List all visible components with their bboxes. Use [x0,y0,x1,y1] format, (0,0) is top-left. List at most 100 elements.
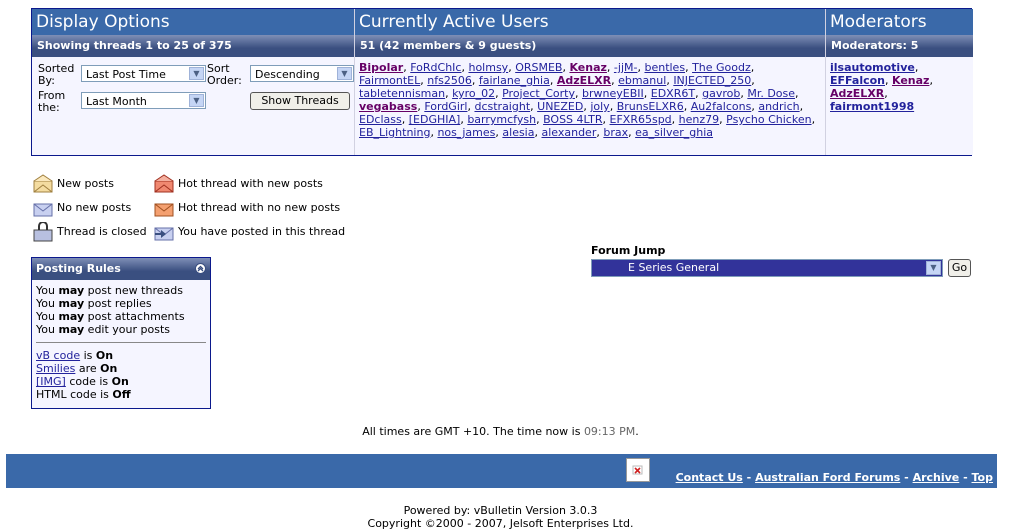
sort-order-value: Descending [255,68,320,81]
user-link[interactable]: alexander [541,126,596,139]
smilies-rule: Smilies are On [36,362,206,375]
powered-by: Powered by: vBulletin Version 3.0.3 Copy… [0,504,1001,530]
from-value: Last Month [86,95,147,108]
user-link[interactable]: Au2falcons [691,100,752,113]
vb-code-link[interactable]: vB code [36,349,80,362]
chevron-down-icon[interactable]: ▼ [926,261,941,275]
user-link[interactable]: vegabass [359,100,417,113]
rule-prefix: You [36,310,59,323]
user-separator: , [609,100,617,113]
chevron-down-icon[interactable]: ▼ [189,67,204,80]
user-link[interactable]: andrich [758,100,799,113]
user-link[interactable]: barrymcfysh [467,113,536,126]
user-link[interactable]: brax [603,126,628,139]
forum-jump-value: E Series General [628,261,720,274]
forum-jump-go-button[interactable]: Go [948,259,971,277]
user-separator: , [811,113,816,126]
chevron-down-icon[interactable]: ▼ [189,94,204,107]
from-select[interactable]: Last Month ▼ [81,92,206,109]
user-link[interactable]: Kenaz [569,61,606,74]
user-link[interactable]: BOSS 4LTR [543,113,602,126]
html-code-state: Off [112,388,131,401]
sorted-by-select[interactable]: Last Post Time ▼ [81,65,206,82]
moderators-title: Moderators [826,9,973,35]
user-link[interactable]: BrunsELXR6 [617,100,684,113]
user-separator: , [751,74,755,87]
user-link[interactable]: FordGirl [424,100,467,113]
broken-image-icon[interactable] [626,458,650,482]
user-separator: , [795,87,799,100]
user-link[interactable]: EFFalcon [830,74,885,87]
user-link[interactable]: bentles [644,61,685,74]
rule-prefix: You [36,297,59,310]
user-link[interactable]: UNEZED [537,100,583,113]
user-link[interactable]: tabletennisman [359,87,445,100]
sort-order-select[interactable]: Descending ▼ [250,65,354,82]
legend-no-new-posts-label: No new posts [57,201,132,214]
user-link[interactable]: brwneyEBII [582,87,644,100]
user-link[interactable]: holmsy [468,61,508,74]
rule-permission: may [58,297,85,310]
user-link[interactable]: AdzELXR [830,87,884,100]
user-link[interactable]: [EDGHIA] [409,113,461,126]
user-link[interactable]: EDclass [359,113,402,126]
user-link[interactable]: EDXR6T [651,87,695,100]
user-link[interactable]: alesia [502,126,534,139]
user-link[interactable]: The Goodz [692,61,751,74]
user-link[interactable]: joly [590,100,609,113]
archive-link[interactable]: Archive [913,471,960,484]
collapse-icon[interactable] [195,263,206,274]
user-link[interactable]: kyro_02 [452,87,495,100]
user-separator: , [536,113,544,126]
user-link[interactable]: -jjM- [614,61,638,74]
moderators-list: ilsautomotive, EFFalcon, Kenaz, AdzELXR,… [826,57,973,155]
user-link[interactable]: nfs2506 [427,74,472,87]
show-threads-button[interactable]: Show Threads [250,92,350,110]
user-link[interactable]: fairmont1998 [830,100,914,113]
posting-rule: You may post attachments [36,310,206,323]
user-link[interactable]: gavrob [702,87,740,100]
img-code-link[interactable]: [IMG] [36,375,66,388]
user-link[interactable]: EB_Lightning [359,126,430,139]
user-link[interactable]: ilsautomotive [830,61,915,74]
user-link[interactable]: Bipolar [359,61,403,74]
user-link[interactable]: Project_Corty [502,87,575,100]
contact-us-link[interactable]: Contact Us [676,471,743,484]
top-link[interactable]: Top [972,471,993,484]
powered-by-line: Powered by: vBulletin Version 3.0.3 [403,504,598,517]
smilies-state: On [100,362,118,375]
user-link[interactable]: dcstraight [474,100,530,113]
user-link[interactable]: INJECTED_250 [673,74,751,87]
lock-icon [33,222,53,242]
user-link[interactable]: Psycho Chicken [726,113,811,126]
user-separator: , [799,100,804,113]
smilies-link[interactable]: Smilies [36,362,75,375]
info-table: Display Options Currently Active Users M… [31,8,973,156]
user-link[interactable]: AdzELXR [557,74,611,87]
user-separator: , [929,74,933,87]
display-options-panel: Sorted By: Last Post Time ▼ Sort Order: … [32,57,354,155]
no-new-posts-icon [33,203,53,217]
vb-code-rule: vB code is On [36,349,206,362]
active-users-title: Currently Active Users [355,9,825,35]
user-link[interactable]: nos_james [437,126,495,139]
user-link[interactable]: ea_silver_ghia [635,126,713,139]
user-link[interactable]: FoRdChIc [410,61,461,74]
user-link[interactable]: fairlane_ghia [479,74,550,87]
showing-threads-count: Showing threads 1 to 25 of 375 [32,35,354,57]
rule-text: post attachments [84,310,185,323]
user-link[interactable]: Kenaz [892,74,929,87]
hot-new-posts-icon [154,174,174,193]
rule-permission: may [58,284,85,297]
time-info-suffix: . [635,425,639,438]
forum-jump-select[interactable]: E Series General ▼ [591,259,943,277]
divider [36,342,206,343]
user-link[interactable]: Mr. Dose [747,87,795,100]
user-link[interactable]: ORSMEB [515,61,562,74]
user-link[interactable]: ebmanul [618,74,666,87]
chevron-down-icon[interactable]: ▼ [337,67,352,80]
site-home-link[interactable]: Australian Ford Forums [755,471,900,484]
user-link[interactable]: FairmontEL [359,74,420,87]
user-link[interactable]: henz79 [679,113,719,126]
user-link[interactable]: EFXR65spd [610,113,672,126]
